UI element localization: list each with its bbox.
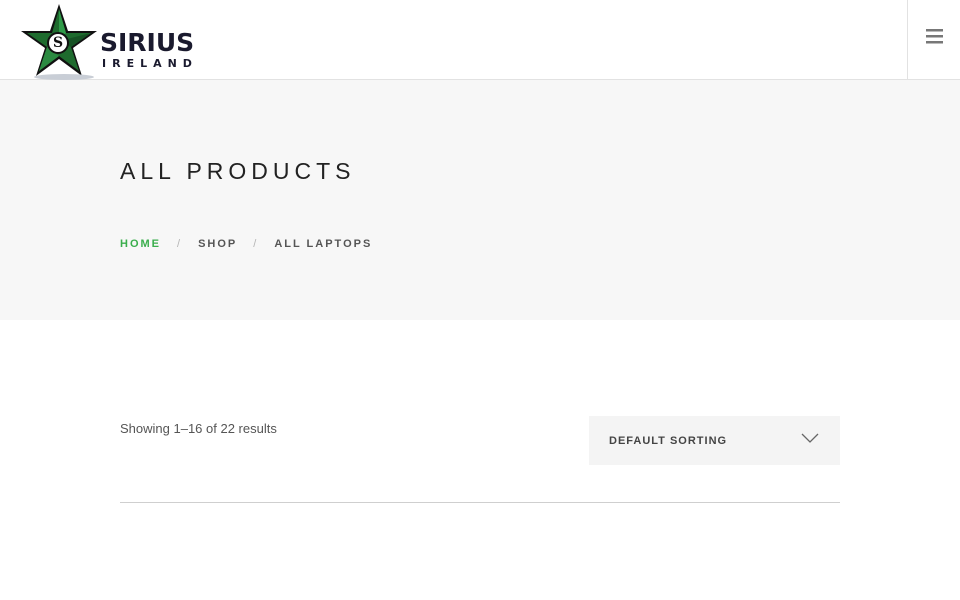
breadcrumb-home-link[interactable]: HOME: [120, 238, 161, 250]
chevron-down-icon: [801, 433, 819, 443]
logo-emblem-letter: S: [47, 32, 69, 54]
site-logo[interactable]: S SIRIUS IRELAND: [20, 3, 210, 80]
menu-toggle-button[interactable]: [907, 0, 960, 80]
logo-subtitle: IRELAND: [102, 57, 198, 70]
hamburger-icon: [926, 29, 943, 44]
page-title: ALL PRODUCTS: [120, 158, 356, 184]
sort-selected-value: DEFAULT SORTING: [609, 435, 728, 447]
page-hero: ALL PRODUCTS HOME / SHOP / ALL LAPTOPS: [0, 80, 960, 320]
results-count: Showing 1–16 of 22 results: [120, 421, 277, 436]
breadcrumb-shop-link[interactable]: SHOP: [198, 238, 237, 250]
breadcrumb: HOME / SHOP / ALL LAPTOPS: [120, 238, 372, 250]
breadcrumb-current: ALL LAPTOPS: [274, 238, 373, 250]
breadcrumb-separator: /: [253, 238, 259, 250]
sort-select[interactable]: DEFAULT SORTING: [589, 416, 840, 465]
breadcrumb-separator: /: [177, 238, 183, 250]
logo-wordmark: SIRIUS: [100, 28, 195, 57]
site-header: S SIRIUS IRELAND: [0, 0, 960, 80]
divider: [120, 502, 840, 503]
